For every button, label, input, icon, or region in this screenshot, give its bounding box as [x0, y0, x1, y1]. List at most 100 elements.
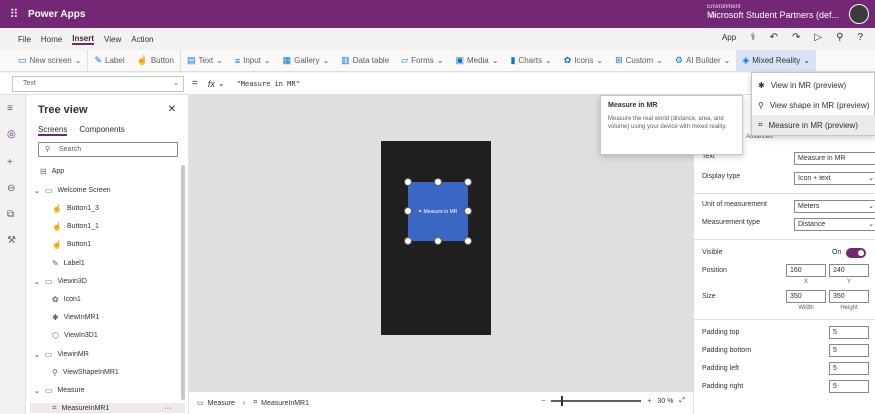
tab-screens[interactable]: Screens [38, 125, 68, 136]
width-input[interactable]: 350 [786, 290, 826, 303]
property-selector[interactable]: Text ⌄ [12, 75, 184, 92]
tree-item-label1[interactable]: ✎ Label1 [52, 259, 85, 268]
undo-icon[interactable]: ↶ [770, 32, 778, 43]
tree-item-welcome-screen[interactable]: ⌄ ▭ Welcome Screen [34, 186, 111, 195]
tree-item-viewinmr[interactable]: ⌄ ▭ ViewinMR [34, 350, 89, 359]
chevron-down-icon[interactable]: ⌄ [218, 79, 225, 88]
resize-handle[interactable] [404, 207, 412, 215]
more-options-icon[interactable]: ··· [164, 405, 171, 412]
icons-button[interactable]: ✿ Icons ⌄ [558, 50, 609, 72]
chevron-down-icon[interactable]: ⌄ [34, 278, 40, 286]
app-checker-label[interactable]: App [722, 33, 736, 42]
tree-item-viewin3d[interactable]: ⌄ ▭ Viewin3D [34, 277, 87, 286]
menu-item-view-shape-in-mr[interactable]: ⚲ View shape in MR (preview) [752, 95, 875, 115]
tree-item-viewinmr1[interactable]: ✱ ViewInMR1 [52, 313, 99, 322]
menu-home[interactable]: Home [41, 35, 62, 44]
resize-handle[interactable] [434, 237, 442, 245]
resize-handle[interactable] [464, 237, 472, 245]
fx-icon[interactable]: fx [208, 79, 215, 89]
avatar[interactable] [849, 4, 869, 24]
tree-item-label: Welcome Screen [57, 187, 111, 194]
charts-button[interactable]: ▮ Charts ⌄ [504, 50, 557, 72]
resize-handle[interactable] [464, 178, 472, 186]
media-button[interactable]: ▣ Media ⌄ [449, 50, 504, 72]
text-property-input[interactable]: Measure in MR [794, 152, 875, 165]
redo-icon[interactable]: ↷ [792, 32, 800, 43]
position-y-input[interactable]: 240 [829, 264, 869, 277]
height-input[interactable]: 350 [829, 290, 869, 303]
share-user-icon[interactable]: ⚲ [836, 32, 843, 43]
mr-icon: ✱ [758, 80, 765, 90]
measure-in-mr-control[interactable]: ⌗ Measure in MR [408, 182, 468, 241]
display-type-select[interactable]: Icon + text ⌄ [794, 172, 875, 185]
measurement-type-select[interactable]: Distance ⌄ [794, 218, 875, 231]
position-x-input[interactable]: 160 [786, 264, 826, 277]
resize-handle[interactable] [404, 178, 412, 186]
tree-item-viewshapeinmr1[interactable]: ⚲ ViewShapeInMR1 [52, 368, 119, 377]
chevron-down-icon[interactable]: ⌄ [34, 351, 40, 359]
chevron-down-icon[interactable]: ⌄ [34, 187, 40, 195]
forms-button[interactable]: ▱ Forms ⌄ [395, 50, 449, 72]
padding-right-input[interactable]: 5 [829, 380, 869, 393]
label-button[interactable]: ✎ Label [87, 49, 130, 72]
resize-handle[interactable] [434, 178, 442, 186]
tree-item-viewin3d1[interactable]: ⬡ ViewIn3D1 [52, 331, 98, 340]
new-screen-button[interactable]: ▭ New screen ⌄ [12, 50, 87, 72]
tree-item-button1-1[interactable]: ☝ Button1_1 [52, 222, 99, 231]
tab-components[interactable]: Components [79, 125, 124, 136]
tree-item-button1[interactable]: ☝ Button1 [52, 240, 91, 249]
media-rail-icon[interactable]: ⧉ [7, 209, 14, 220]
tree-item-app[interactable]: ⊟ App [40, 167, 64, 176]
formula-input[interactable]: "Measure in MR" [237, 80, 300, 88]
custom-button[interactable]: ⊞ Custom ⌄ [609, 50, 669, 72]
menu-item-measure-in-mr[interactable]: ⌗ Measure in MR (preview) [752, 115, 875, 135]
chevron-down-icon[interactable]: ⌄ [34, 387, 40, 395]
text-button[interactable]: ▤ Text ⌄ [179, 49, 229, 72]
waffle-icon[interactable]: ⠿ [0, 7, 28, 21]
input-button[interactable]: ≡ Input ⌄ [229, 50, 277, 72]
tree-view-icon[interactable]: ◎ [7, 129, 16, 140]
tree-item-measure[interactable]: ⌄ ▭ Measure [34, 386, 85, 395]
close-icon[interactable]: ✕ [168, 104, 176, 115]
advanced-tools-icon[interactable]: ⚒ [7, 235, 16, 246]
hamburger-icon[interactable]: ≡ [7, 103, 13, 114]
zoom-out-button[interactable]: − [541, 398, 545, 405]
visible-toggle[interactable] [846, 248, 866, 258]
zoom-slider-knob[interactable] [561, 396, 564, 406]
data-table-button[interactable]: ▥ Data table [335, 50, 395, 72]
menu-item-view-in-mr[interactable]: ✱ View in MR (preview) [752, 75, 875, 95]
top-bar: ⠿ Power Apps ⌂ Environment Microsoft Stu… [0, 0, 875, 28]
zoom-in-button[interactable]: + [647, 398, 651, 405]
unit-select[interactable]: Meters ⌄ [794, 200, 875, 213]
tree-scrollbar[interactable] [181, 165, 185, 400]
play-icon[interactable]: ▷ [814, 32, 822, 43]
data-icon[interactable]: ⊖ [7, 183, 15, 194]
cube-icon: ⬡ [52, 331, 59, 340]
help-icon[interactable]: ? [857, 32, 863, 43]
breadcrumb-control[interactable]: ⌗ MeasureInMR1 [245, 399, 317, 407]
tree-item-measureinmr1[interactable]: ⌗ MeasureInMR1 ··· [30, 403, 185, 413]
tree-item-button1-3[interactable]: ☝ Button1_3 [52, 204, 99, 213]
breadcrumb-screen[interactable]: ▭ Measure [189, 399, 243, 408]
zoom-slider[interactable] [551, 396, 642, 406]
padding-left-input[interactable]: 5 [829, 362, 869, 375]
fit-to-window-icon[interactable]: ⤢ [679, 397, 685, 405]
menu-action[interactable]: Action [131, 35, 153, 44]
menu-file[interactable]: File [18, 35, 31, 44]
search-input[interactable]: ⚲ Search [38, 142, 178, 157]
resize-handle[interactable] [404, 237, 412, 245]
menu-insert[interactable]: Insert [72, 34, 95, 45]
button-button[interactable]: ☝ Button [131, 50, 180, 72]
padding-top-input[interactable]: 5 [829, 326, 869, 339]
environment-picker[interactable]: Environment Microsoft Student Partners (… [707, 4, 839, 20]
screen-preview[interactable]: ⌗ Measure in MR [381, 141, 491, 335]
stethoscope-icon[interactable]: ⚕ [750, 32, 755, 43]
menu-view[interactable]: View [104, 35, 121, 44]
padding-bottom-input[interactable]: 5 [829, 344, 869, 357]
mixed-reality-button[interactable]: ◈ Mixed Reality ⌄ [736, 49, 816, 72]
insert-plus-icon[interactable]: + [7, 157, 13, 168]
ai-builder-button[interactable]: ⚙ AI Builder ⌄ [669, 50, 736, 72]
gallery-button[interactable]: ▦ Gallery ⌄ [277, 50, 336, 72]
tree-item-icon1[interactable]: ✿ Icon1 [52, 295, 81, 304]
resize-handle[interactable] [464, 207, 472, 215]
